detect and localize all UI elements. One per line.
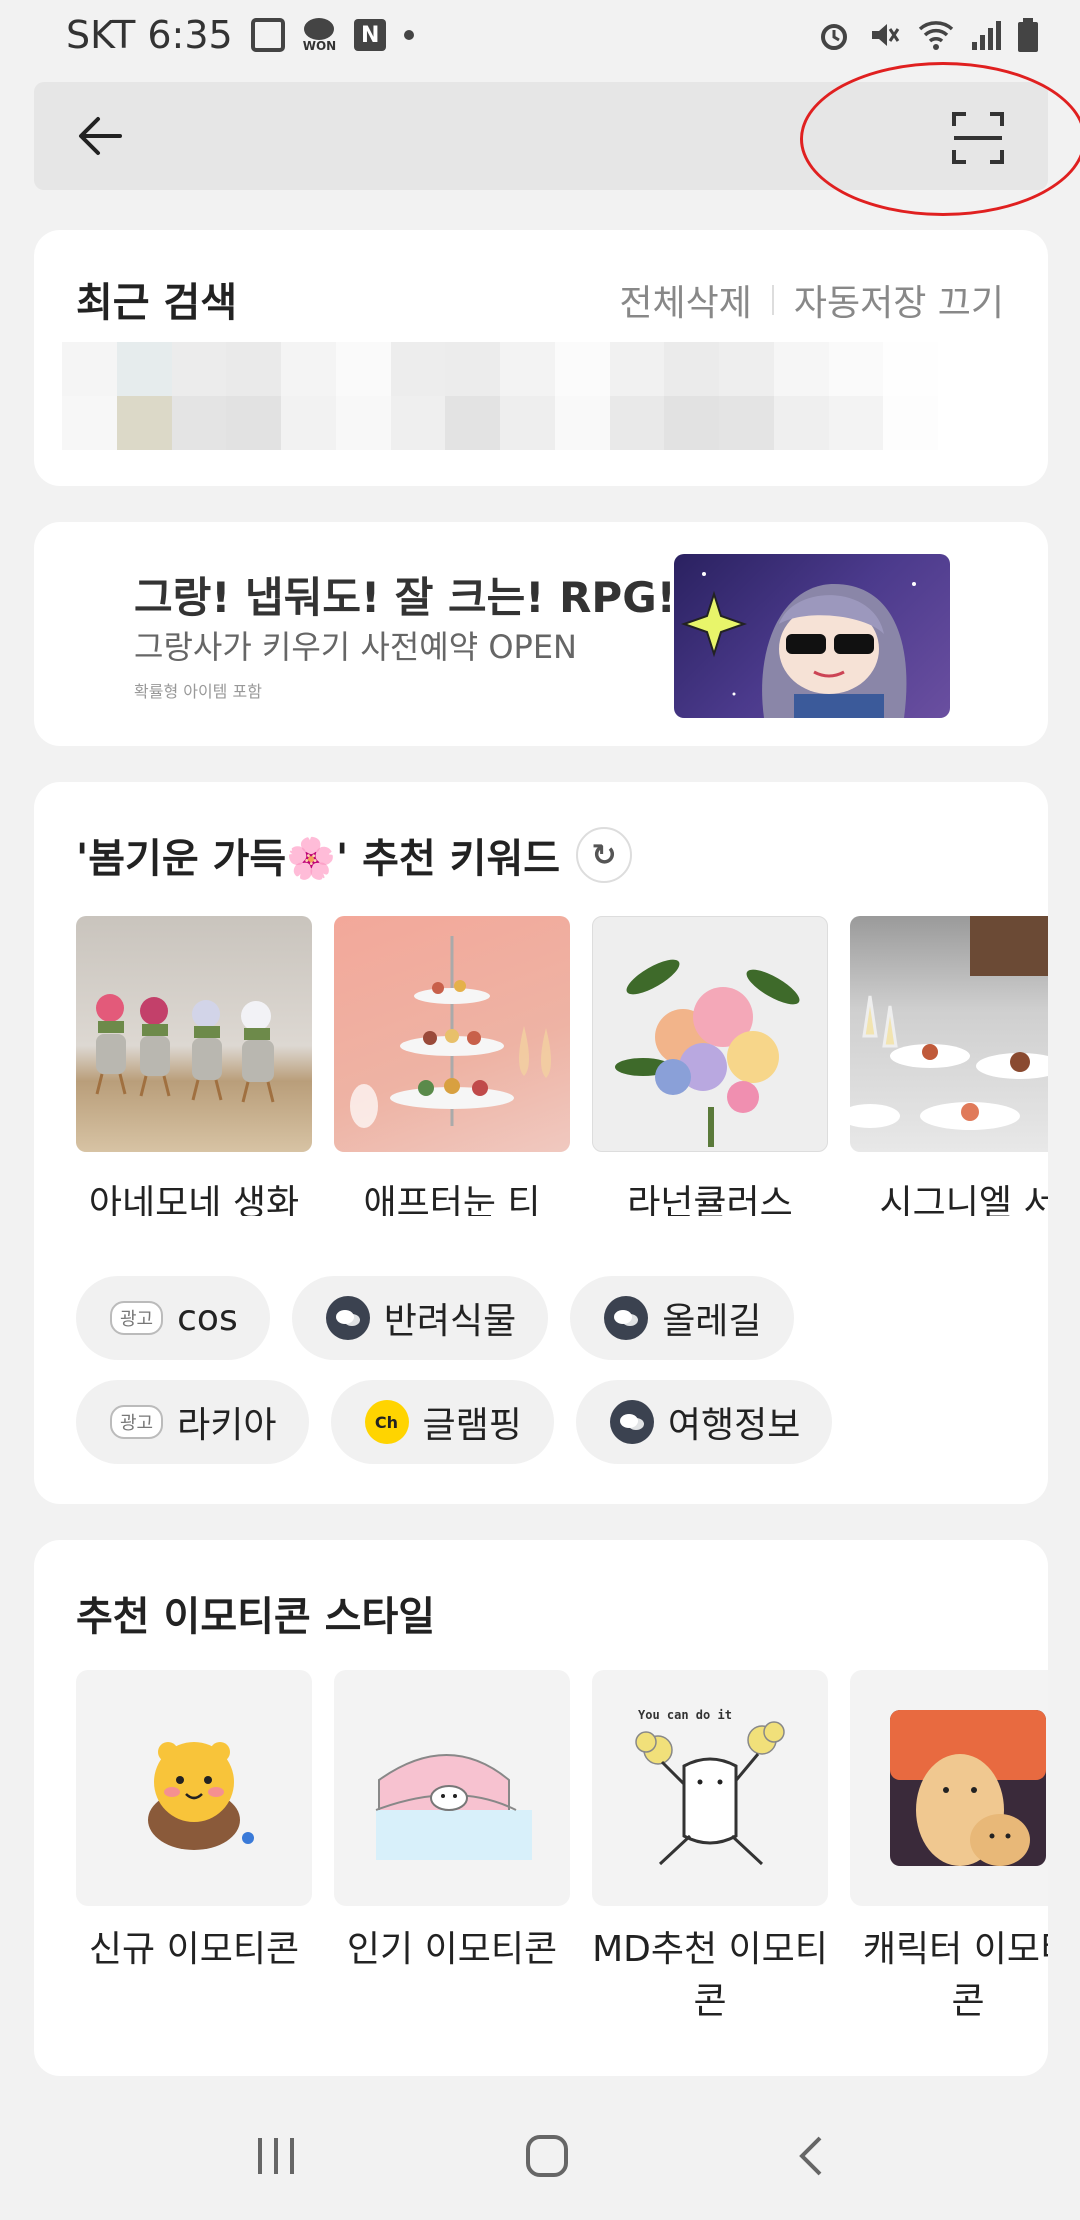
search-bar[interactable] [34, 82, 1048, 190]
keyword-thumb-label: 시그니엘 서 [879, 1183, 1048, 1216]
keyword-thumb-label: 애프터눈 티 [363, 1183, 541, 1216]
chip-row: 광고 라키아 Ch 글램핑 여행정보 [76, 1380, 1016, 1464]
recommended-keywords-card: '봄기운 가득🌸' 추천 키워드 ↻ 아네모네 생화 애프터눈 티 라넌큘러스 … [34, 782, 1048, 1504]
openchat-icon [609, 1400, 654, 1444]
scan-icon[interactable] [950, 110, 1006, 166]
chip-label: 반려식물 [383, 1301, 517, 1342]
keyword-thumbnails[interactable]: 아네모네 생화 애프터눈 티 라넌큘러스 시그니엘 서 [76, 916, 1048, 1216]
keyword-chip[interactable]: 여행정보 [575, 1380, 833, 1464]
emoticon-tiles[interactable]: 신규 이모티콘 인기 이모티콘 You can do it MD추천 이모티콘 … [76, 1670, 1048, 2070]
emoticon-label: MD추천 이모티콘 [592, 1929, 828, 2022]
keyword-chip[interactable]: 올레길 [570, 1276, 794, 1360]
promo-image [674, 554, 950, 718]
recent-search-title: 최근 검색 [76, 280, 238, 326]
status-time: SKT 6:35 [66, 13, 233, 57]
keywords-title-text: '봄기운 가득🌸' 추천 키워드 [76, 836, 561, 882]
keyword-chip[interactable]: 반려식물 [291, 1276, 549, 1360]
keyword-thumb[interactable]: 아네모네 생화 [76, 916, 312, 1216]
emoticon-tile[interactable]: 캐릭터 이모티콘 [850, 1670, 1048, 2070]
emoticon-tile[interactable]: 신규 이모티콘 [76, 1670, 312, 2070]
chip-label: 올레길 [662, 1301, 762, 1342]
emoticon-label: 인기 이모티콘 [346, 1929, 558, 1970]
keyword-thumb-image [850, 916, 1048, 1152]
keyword-thumb-image [592, 916, 828, 1152]
won-icon: WON [303, 18, 336, 52]
promo-headline: 그랑! 냅둬도! 잘 크는! RPG! [134, 573, 676, 622]
emoticon-styles-title: 추천 이모티콘 스타일 [76, 1594, 436, 1640]
keyword-chip-ad[interactable]: 광고 cos [76, 1276, 270, 1360]
openchat-icon [604, 1296, 649, 1340]
emoticon-label: 캐릭터 이모티콘 [862, 1929, 1048, 2022]
refresh-icon[interactable]: ↻ [576, 827, 633, 883]
keyword-thumb-image [334, 916, 570, 1152]
recent-apps-icon[interactable] [254, 2136, 298, 2176]
ad-badge: 광고 [110, 1301, 164, 1335]
recent-search-card: 최근 검색 전체삭제 자동저장 끄기 [34, 230, 1048, 486]
system-nav-bar [0, 2092, 1080, 2220]
keyword-chips: 광고 cos 반려식물 올레길 광고 라키아 Ch 글램핑 여행정보 [76, 1276, 1016, 1484]
chip-row: 광고 cos 반려식물 올레길 [76, 1276, 1016, 1360]
wifi-icon [918, 21, 954, 50]
delete-all-button[interactable]: 전체삭제 [619, 274, 751, 326]
battery-icon [1018, 18, 1038, 52]
promo-banner[interactable]: 그랑! 냅둬도! 잘 크는! RPG! 그랑사가 키우기 사전예약 OPEN 확… [34, 522, 1048, 746]
recent-search-items-blurred[interactable] [62, 342, 938, 450]
keyword-thumb[interactable]: 애프터눈 티 [334, 916, 570, 1216]
keyword-thumb-image [76, 916, 312, 1152]
emoticon-label: 신규 이모티콘 [88, 1929, 300, 1970]
openchat-icon [325, 1296, 370, 1340]
recent-search-actions: 전체삭제 자동저장 끄기 [619, 274, 1004, 326]
keyword-thumb[interactable]: 시그니엘 서 [850, 916, 1048, 1216]
emoticon-styles-card: 추천 이모티콘 스타일 신규 이모티콘 인기 이모티콘 You can do i… [34, 1540, 1048, 2076]
ad-badge: 광고 [110, 1405, 164, 1439]
alarm-icon [821, 24, 847, 50]
back-icon[interactable] [796, 2134, 826, 2178]
naver-icon: N [354, 19, 387, 51]
promo-subline: 그랑사가 키우기 사전예약 OPEN [134, 628, 577, 666]
chip-label: 글램핑 [422, 1405, 522, 1446]
emoticon-tile[interactable]: 인기 이모티콘 [334, 1670, 570, 2070]
promo-note: 확률형 아이템 포함 [134, 682, 262, 701]
keyword-chip-ad[interactable]: 광고 라키아 [76, 1380, 309, 1464]
home-icon[interactable] [525, 2134, 569, 2178]
keyword-thumb-label: 아네모네 생화 [88, 1183, 300, 1216]
status-bar: SKT 6:35 WON N [0, 0, 1080, 70]
divider [771, 285, 774, 315]
gallery-icon [250, 18, 285, 52]
emoticon-image: You can do it [592, 1670, 828, 1906]
chip-label: 여행정보 [667, 1405, 801, 1446]
emoticon-image [850, 1670, 1048, 1906]
chip-label: 라키아 [177, 1405, 277, 1446]
keyword-chip[interactable]: Ch 글램핑 [330, 1380, 554, 1464]
emoticon-image [334, 1670, 570, 1906]
emoticon-tile[interactable]: You can do it MD추천 이모티콘 [592, 1670, 828, 2070]
more-notifications-dot [404, 30, 415, 40]
search-input[interactable] [154, 106, 854, 166]
chip-label: cos [177, 1297, 238, 1339]
autosave-off-button[interactable]: 자동저장 끄기 [794, 274, 1004, 326]
emoticon-image [76, 1670, 312, 1906]
signal-icon [972, 21, 1001, 50]
emoticon-caption: You can do it [638, 1708, 732, 1722]
mute-icon [872, 24, 900, 46]
keywords-title: '봄기운 가득🌸' 추천 키워드 ↻ [76, 826, 633, 884]
back-arrow-icon[interactable] [74, 110, 126, 162]
channel-icon: Ch [364, 1400, 409, 1444]
keyword-thumb[interactable]: 라넌큘러스 [592, 916, 828, 1216]
keyword-thumb-label: 라넌큘러스 [627, 1183, 793, 1216]
